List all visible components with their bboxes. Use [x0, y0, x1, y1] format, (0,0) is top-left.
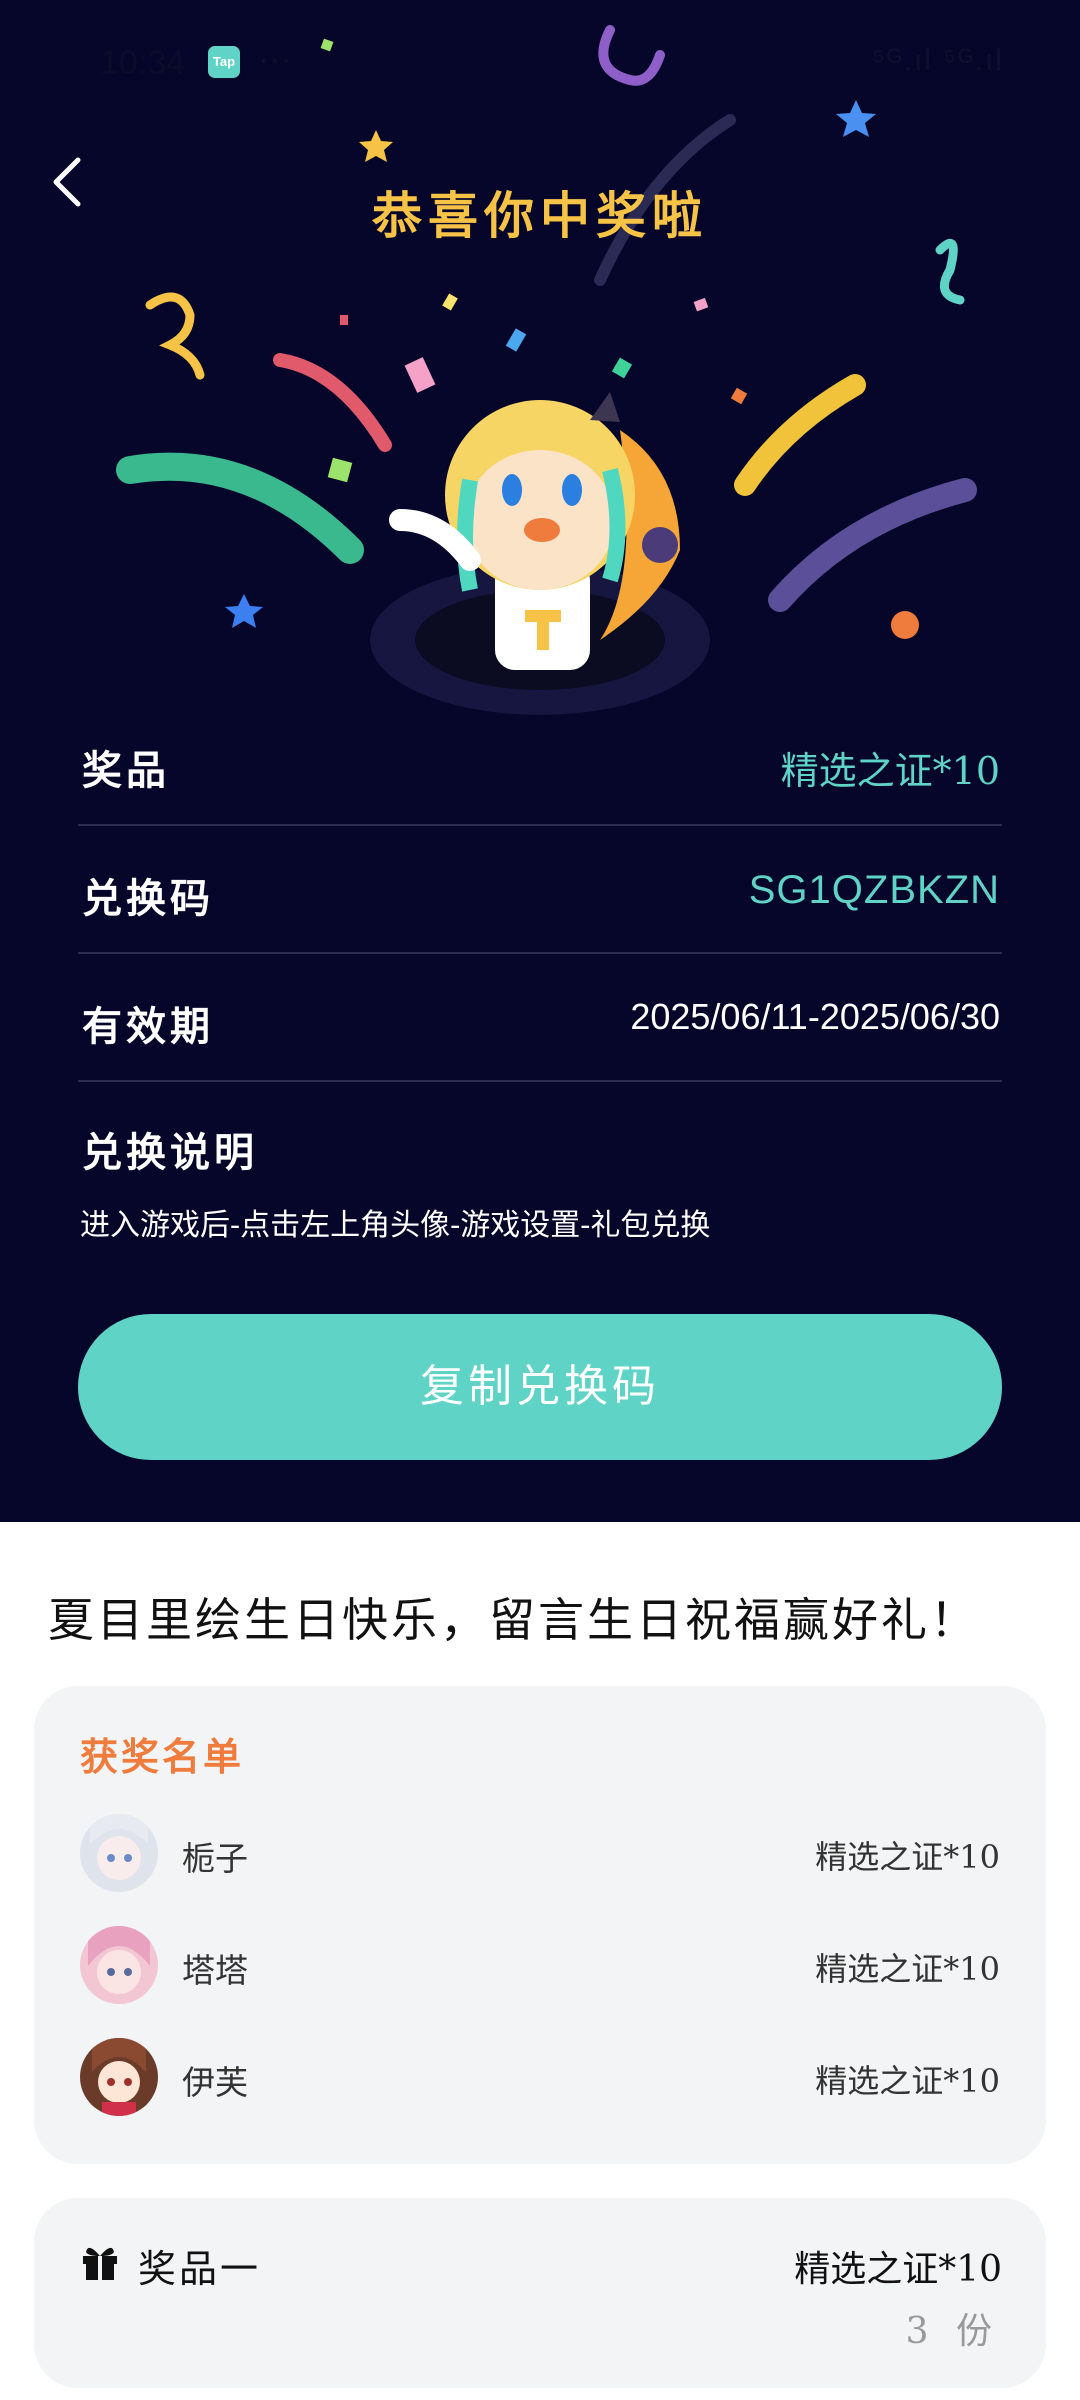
- detail-value-prize: 精选之证*10: [780, 749, 1000, 793]
- detail-key: 兑换码: [82, 875, 214, 922]
- validity-value: 2025/06/11-2025/06/30: [630, 996, 1000, 1037]
- avatar: [80, 1926, 158, 2004]
- winner-prize: 精选之证*10: [815, 2062, 1000, 2100]
- winner-prize: 精选之证*10: [815, 1838, 1000, 1876]
- status-time: 10:34: [100, 44, 186, 82]
- tap-app-icon: Tap: [208, 46, 240, 78]
- celebration-illustration: [116, 25, 977, 715]
- prize-tier-value: 精选之证*10: [794, 2249, 1002, 2290]
- winner-name: 栀子: [182, 1839, 248, 1878]
- copy-code-button[interactable]: 复制兑换码: [78, 1314, 1002, 1460]
- event-headline: 夏目里绘生日快乐，留言生日祝福赢好礼！: [48, 1593, 979, 1647]
- prize-tier-card: 奖品一 精选之证*10 3 份: [34, 2198, 1046, 2388]
- reward-panel: 10:34 Tap ··· ⁵ᴳ.ıl ⁵ᴳ.ıl 恭喜你中奖啦 奖品 精选之证…: [0, 0, 1080, 1522]
- instructions-text: 进入游戏后-点击左上角头像-游戏设置-礼包兑换: [80, 1208, 711, 1243]
- instructions-title: 兑换说明: [82, 1129, 258, 1176]
- winner-row[interactable]: 栀子 精选之证*10: [80, 1814, 1000, 1892]
- detail-row-code: 兑换码 SG1QZBKZN: [78, 824, 1002, 954]
- detail-row-validity: 有效期 2025/06/11-2025/06/30: [78, 952, 1002, 1082]
- winner-prize: 精选之证*10: [815, 1950, 1000, 1988]
- status-bar: 10:34 Tap ··· ⁵ᴳ.ıl ⁵ᴳ.ıl: [0, 30, 1080, 94]
- gift-icon: [83, 2247, 117, 2280]
- status-more-icon: ···: [258, 40, 292, 78]
- winner-row[interactable]: 伊芙 精选之证*10: [80, 2038, 1000, 2116]
- page-title: 恭喜你中奖啦: [372, 186, 708, 245]
- redeem-code-value[interactable]: SG1QZBKZN: [749, 868, 1000, 913]
- signal-battery-icons: ⁵ᴳ.ıl ⁵ᴳ.ıl: [872, 44, 1004, 77]
- winners-card: 获奖名单 栀子 精选之证*10 塔塔 精选之证*10 伊芙 精选之证*10: [34, 1686, 1046, 2164]
- detail-key: 有效期: [82, 1003, 214, 1050]
- prize-tier-count: 3 份: [905, 2311, 1000, 2352]
- winner-row[interactable]: 塔塔 精选之证*10: [80, 1926, 1000, 2004]
- winners-title: 获奖名单: [80, 1734, 245, 1779]
- prize-tier-name: 奖品一: [138, 2247, 262, 2291]
- detail-row-prize: 奖品 精选之证*10: [78, 696, 1002, 826]
- detail-key: 奖品: [82, 747, 170, 794]
- avatar: [80, 1814, 158, 1892]
- winner-name: 塔塔: [182, 1951, 248, 1990]
- avatar: [80, 2038, 158, 2116]
- winner-name: 伊芙: [182, 2063, 248, 2102]
